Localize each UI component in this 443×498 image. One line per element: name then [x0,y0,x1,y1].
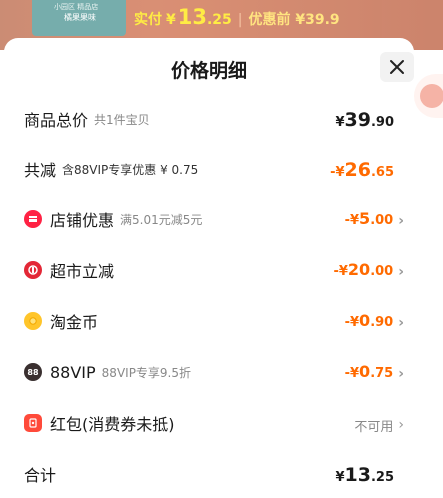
chevron-right-icon: › [398,366,404,382]
row-grand-total: 合计 ¥ 13 .25 [24,460,404,488]
total-discount-amount: -¥ 26 .65 [330,155,394,183]
banner-paid-price: 实付 ¥ 13 .25 | 优惠前 ¥39.9 [134,5,340,29]
amount-integer: 26 [344,159,371,181]
row-label: 超市立减 [50,262,115,281]
side-widget-icon [420,84,443,108]
amount-decimal: .25 [370,470,394,485]
close-button[interactable] [380,52,414,82]
coin-icon [24,312,42,330]
original-price: 优惠前 ¥39.9 [248,12,340,28]
paid-label: 实付 [134,12,162,28]
supermarket-icon [24,261,42,279]
store-icon [24,210,42,228]
amount-decimal: .75 [370,366,394,381]
row-label: 淘金币 [50,313,99,332]
paid-decimal: .25 [206,12,232,28]
amount-integer: 5 [359,209,371,228]
row-label: 共减 [24,161,57,180]
goods-total-amount: ¥ 39 .90 [335,105,394,133]
unavailable-text: 不可用 [354,419,394,435]
chevron-right-icon: › [398,213,404,229]
amount-integer: 39 [344,109,371,131]
row-label: 店铺优惠 [50,211,115,230]
price-detail-sheet: 价格明细 商品总价 共1件宝贝 ¥ 39 .90 共减 含88VIP专享优惠 ¥… [4,38,414,498]
red-packet-icon [24,414,42,432]
thumbnail-text-2: 橘果果味 [64,13,96,22]
product-thumbnail: 小园区 精品店 橘果果味 [32,0,126,36]
row-label: 商品总价 [24,111,89,130]
paid-currency: ¥ [166,12,176,28]
amount-integer: 0 [359,311,371,330]
supermarket-discount-amount: -¥ 20 .00 › [333,256,404,284]
row-sub: 88VIP专享9.5折 [101,365,192,380]
row-label: 合计 [24,466,57,485]
grand-total-amount: ¥ 13 .25 [335,460,394,488]
chevron-right-icon: › [398,315,404,331]
row-total-discount: 共减 含88VIP专享优惠 ¥ 0.75 -¥ 26 .65 [24,155,404,183]
banner-separator: | [237,12,243,28]
chevron-right-icon: › [398,417,404,433]
amount-integer: 20 [347,260,371,279]
row-red-packet[interactable]: 红包(消费券未抵) 不可用 › [24,409,404,437]
row-sub: 满5.01元减5元 [120,212,203,227]
chevron-right-icon: › [398,264,404,280]
amount-symbol: -¥ [344,315,360,330]
amount-decimal: .90 [370,315,394,330]
vip-88-icon-text: 88 [27,367,39,377]
vip-88-icon: 88 [24,363,42,381]
vip-discount-amount: -¥ 0 .75 › [345,358,404,386]
row-sub: 共1件宝贝 [94,112,150,127]
row-sub: 含88VIP专享优惠 ¥ 0.75 [62,162,199,177]
amount-integer: 0 [359,362,371,381]
amount-decimal: .90 [370,115,394,130]
taojinbi-amount: -¥ 0 .90 › [345,307,404,335]
row-goods-total: 商品总价 共1件宝贝 ¥ 39 .90 [24,105,404,133]
amount-symbol: -¥ [333,264,348,279]
amount-symbol: ¥ [335,115,345,130]
amount-decimal: .00 [370,213,394,228]
amount-symbol: -¥ [344,213,360,228]
row-label: 88VIP [50,362,96,382]
thumbnail-text-1: 小园区 精品店 [54,3,99,11]
amount-symbol: -¥ [344,366,360,381]
row-supermarket-discount[interactable]: 超市立减 -¥ 20 .00 › [24,256,404,284]
row-88vip[interactable]: 88 88VIP 88VIP专享9.5折 -¥ 0 .75 › [24,358,404,386]
close-icon [390,60,404,74]
amount-decimal: .65 [370,165,394,180]
red-packet-status: 不可用 › [354,409,404,437]
row-store-discount[interactable]: 店铺优惠 满5.01元减5元 -¥ 5 .00 › [24,205,404,233]
amount-symbol: ¥ [335,470,345,485]
amount-symbol: -¥ [330,165,345,180]
amount-decimal: .00 [370,264,394,279]
paid-integer: 13 [177,5,207,29]
store-discount-amount: -¥ 5 .00 › [345,205,404,233]
sheet-title: 价格明细 [170,60,247,82]
amount-integer: 13 [344,464,371,486]
row-taojinbi[interactable]: 淘金币 -¥ 0 .90 › [24,307,404,335]
row-label: 红包(消费券未抵) [50,415,175,434]
